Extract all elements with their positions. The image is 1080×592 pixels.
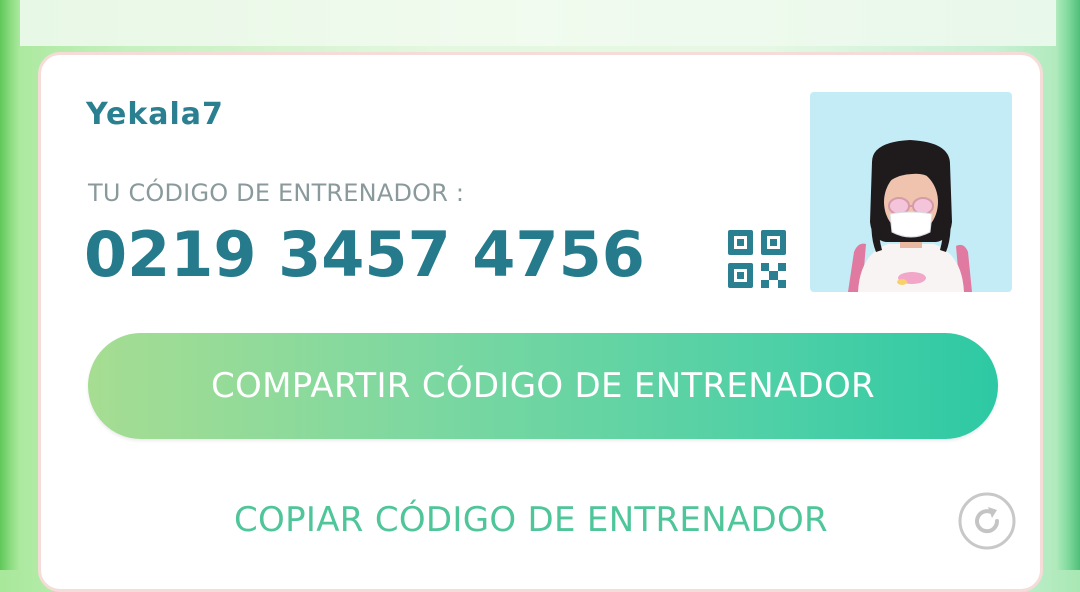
trainer-code-card: Yekala7 TU CÓDIGO DE ENTRENADOR : 0219 3… (38, 52, 1043, 592)
top-panel (20, 0, 1056, 46)
refresh-glyph (958, 492, 1016, 550)
copy-trainer-code-label: COPIAR CÓDIGO DE ENTRENADOR (234, 500, 828, 540)
copy-trainer-code-button[interactable]: COPIAR CÓDIGO DE ENTRENADOR (161, 492, 901, 548)
qr-code-glyph (728, 230, 786, 288)
trainer-code-label: TU CÓDIGO DE ENTRENADOR : (88, 179, 465, 207)
trainer-avatar (810, 92, 1012, 292)
share-trainer-code-button[interactable]: COMPARTIR CÓDIGO DE ENTRENADOR (88, 333, 998, 439)
background-edge-right (1056, 0, 1080, 570)
qr-code-icon[interactable] (726, 228, 788, 290)
trainer-code-value: 0219 3457 4756 (84, 218, 645, 291)
trainer-username: Yekala7 (86, 97, 224, 132)
avatar-figure (848, 140, 972, 292)
background-edge-left (0, 0, 20, 570)
refresh-icon[interactable] (957, 491, 1017, 551)
share-trainer-code-label: COMPARTIR CÓDIGO DE ENTRENADOR (211, 366, 875, 406)
